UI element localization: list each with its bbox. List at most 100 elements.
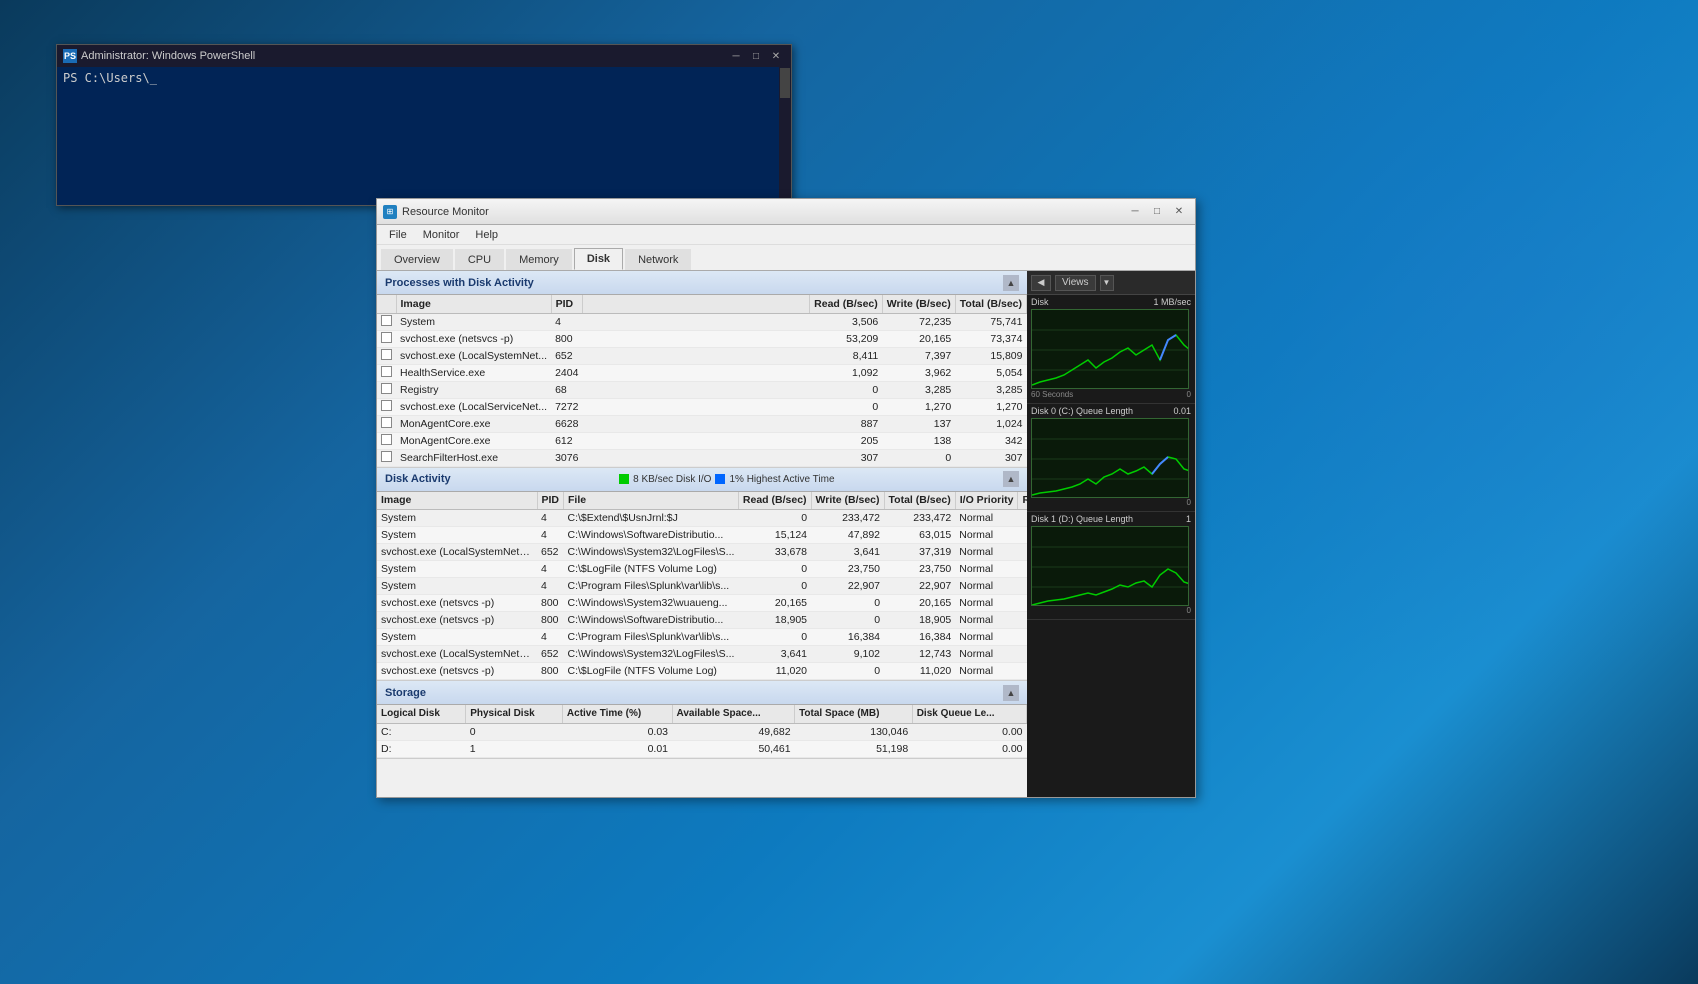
da-rt-4: 0 — [1018, 578, 1027, 595]
resmon-maximize-button[interactable]: □ — [1147, 204, 1167, 220]
powershell-close-button[interactable]: ✕ — [767, 49, 785, 63]
proc-image-2: svchost.exe (LocalSystemNet... — [396, 347, 551, 364]
col-pid[interactable]: PID — [551, 295, 582, 313]
resmon-title: Resource Monitor — [402, 206, 489, 218]
table-row: System 4 C:\Program Files\Splunk\var\lib… — [377, 578, 1027, 595]
col-st-physical[interactable]: Physical Disk — [466, 705, 563, 723]
back-button[interactable]: ◀ — [1031, 275, 1051, 291]
section-storage-header[interactable]: Storage ▲ — [377, 681, 1027, 705]
col-da-rt[interactable]: Response Time ... — [1018, 492, 1027, 510]
section-processes-header[interactable]: Processes with Disk Activity ▲ — [377, 271, 1027, 295]
section-storage-collapse[interactable]: ▲ — [1003, 685, 1019, 701]
powershell-scrollbar[interactable] — [779, 67, 791, 207]
resmon-left-panel: Processes with Disk Activity ▲ Image PID… — [377, 271, 1027, 797]
col-read[interactable]: Read (B/sec) — [810, 295, 883, 313]
proc-sparkline-6 — [582, 415, 809, 432]
col-write[interactable]: Write (B/sec) — [882, 295, 955, 313]
col-da-image[interactable]: Image — [377, 492, 537, 510]
da-pid-8: 652 — [537, 646, 564, 663]
da-image-4: System — [377, 578, 537, 595]
powershell-window: PS Administrator: Windows PowerShell ─ □… — [56, 44, 792, 206]
col-st-queue[interactable]: Disk Queue Le... — [912, 705, 1026, 723]
disk-main-chart-panel: Disk 1 MB/sec 60 S — [1027, 295, 1195, 404]
resmon-close-button[interactable]: ✕ — [1169, 204, 1189, 220]
proc-pid-7: 612 — [551, 432, 582, 449]
da-total-5: 20,165 — [884, 595, 955, 612]
tab-disk[interactable]: Disk — [574, 248, 623, 270]
row-checkbox-2[interactable] — [381, 349, 392, 360]
st-queue-0: 0.00 — [912, 723, 1026, 740]
row-checkbox-5[interactable] — [381, 400, 392, 411]
proc-read-5: 0 — [810, 398, 883, 415]
proc-read-2: 8,411 — [810, 347, 883, 364]
da-image-9: svchost.exe (netsvcs -p) — [377, 663, 537, 680]
section-processes-collapse[interactable]: ▲ — [1003, 275, 1019, 291]
da-write-8: 9,102 — [811, 646, 884, 663]
row-checkbox-6[interactable] — [381, 417, 392, 428]
views-dropdown-button[interactable]: ▼ — [1100, 275, 1114, 291]
menu-help[interactable]: Help — [467, 227, 506, 243]
table-row: svchost.exe (netsvcs -p) 800 C:\Windows\… — [377, 612, 1027, 629]
views-button[interactable]: Views — [1055, 275, 1096, 291]
da-write-0: 233,472 — [811, 510, 884, 527]
col-st-available[interactable]: Available Space... — [672, 705, 795, 723]
col-image[interactable]: Image — [396, 295, 551, 313]
table-row: svchost.exe (netsvcs -p) 800 53,209 20,1… — [377, 330, 1027, 347]
da-image-5: svchost.exe (netsvcs -p) — [377, 595, 537, 612]
row-checkbox-3[interactable] — [381, 366, 392, 377]
da-io-9: Normal — [955, 663, 1018, 680]
table-row: System 4 C:\Program Files\Splunk\var\lib… — [377, 629, 1027, 646]
proc-pid-6: 6628 — [551, 415, 582, 432]
da-rt-9: 0 — [1018, 663, 1027, 680]
col-da-total[interactable]: Total (B/sec) — [884, 492, 955, 510]
row-checkbox-7[interactable] — [381, 434, 392, 445]
col-da-pid[interactable]: PID — [537, 492, 564, 510]
row-checkbox-8[interactable] — [381, 451, 392, 462]
proc-write-1: 20,165 — [882, 330, 955, 347]
table-row: Registry 68 0 3,285 3,285 — [377, 381, 1027, 398]
col-da-file[interactable]: File — [564, 492, 739, 510]
st-available-1: 50,461 — [672, 740, 795, 757]
powershell-prompt: PS C:\Users\ — [63, 71, 150, 85]
tab-memory[interactable]: Memory — [506, 249, 572, 270]
da-write-5: 0 — [811, 595, 884, 612]
table-row: svchost.exe (LocalSystemNetwo... 652 C:\… — [377, 646, 1027, 663]
resmon-main-content: Processes with Disk Activity ▲ Image PID… — [377, 271, 1195, 797]
st-active-0: 0.03 — [562, 723, 672, 740]
da-total-6: 18,905 — [884, 612, 955, 629]
da-pid-2: 652 — [537, 544, 564, 561]
menu-monitor[interactable]: Monitor — [415, 227, 468, 243]
da-file-2: C:\Windows\System32\LogFiles\S... — [564, 544, 739, 561]
powershell-minimize-button[interactable]: ─ — [727, 49, 745, 63]
badge-green-icon — [619, 474, 629, 484]
col-st-logical[interactable]: Logical Disk — [377, 705, 466, 723]
col-da-io[interactable]: I/O Priority — [955, 492, 1018, 510]
powershell-maximize-button[interactable]: □ — [747, 49, 765, 63]
tab-network[interactable]: Network — [625, 249, 691, 270]
disk-main-value: 1 MB/sec — [1153, 297, 1191, 307]
da-write-1: 47,892 — [811, 527, 884, 544]
col-da-read[interactable]: Read (B/sec) — [738, 492, 811, 510]
row-checkbox-4[interactable] — [381, 383, 392, 394]
proc-write-0: 72,235 — [882, 313, 955, 330]
row-checkbox-1[interactable] — [381, 332, 392, 343]
da-file-7: C:\Program Files\Splunk\var\lib\s... — [564, 629, 739, 646]
col-da-write[interactable]: Write (B/sec) — [811, 492, 884, 510]
table-row: SearchFilterHost.exe 3076 307 0 307 — [377, 449, 1027, 466]
disk1-label: Disk 1 (D:) Queue Length — [1031, 514, 1133, 524]
col-total[interactable]: Total (B/sec) — [955, 295, 1026, 313]
section-disk-activity-collapse[interactable]: ▲ — [1003, 471, 1019, 487]
menu-file[interactable]: File — [381, 227, 415, 243]
proc-read-1: 53,209 — [810, 330, 883, 347]
proc-image-6: MonAgentCore.exe — [396, 415, 551, 432]
tab-cpu[interactable]: CPU — [455, 249, 504, 270]
tab-overview[interactable]: Overview — [381, 249, 453, 270]
proc-pid-5: 7272 — [551, 398, 582, 415]
resmon-minimize-button[interactable]: ─ — [1125, 204, 1145, 220]
row-checkbox-0[interactable] — [381, 315, 392, 326]
col-st-total[interactable]: Total Space (MB) — [795, 705, 913, 723]
col-st-active[interactable]: Active Time (%) — [562, 705, 672, 723]
section-disk-activity-header[interactable]: Disk Activity 8 KB/sec Disk I/O 1% Highe… — [377, 468, 1027, 492]
badge1-text: 8 KB/sec Disk I/O — [633, 474, 711, 485]
powershell-content[interactable]: PS C:\Users\_ — [57, 67, 791, 89]
